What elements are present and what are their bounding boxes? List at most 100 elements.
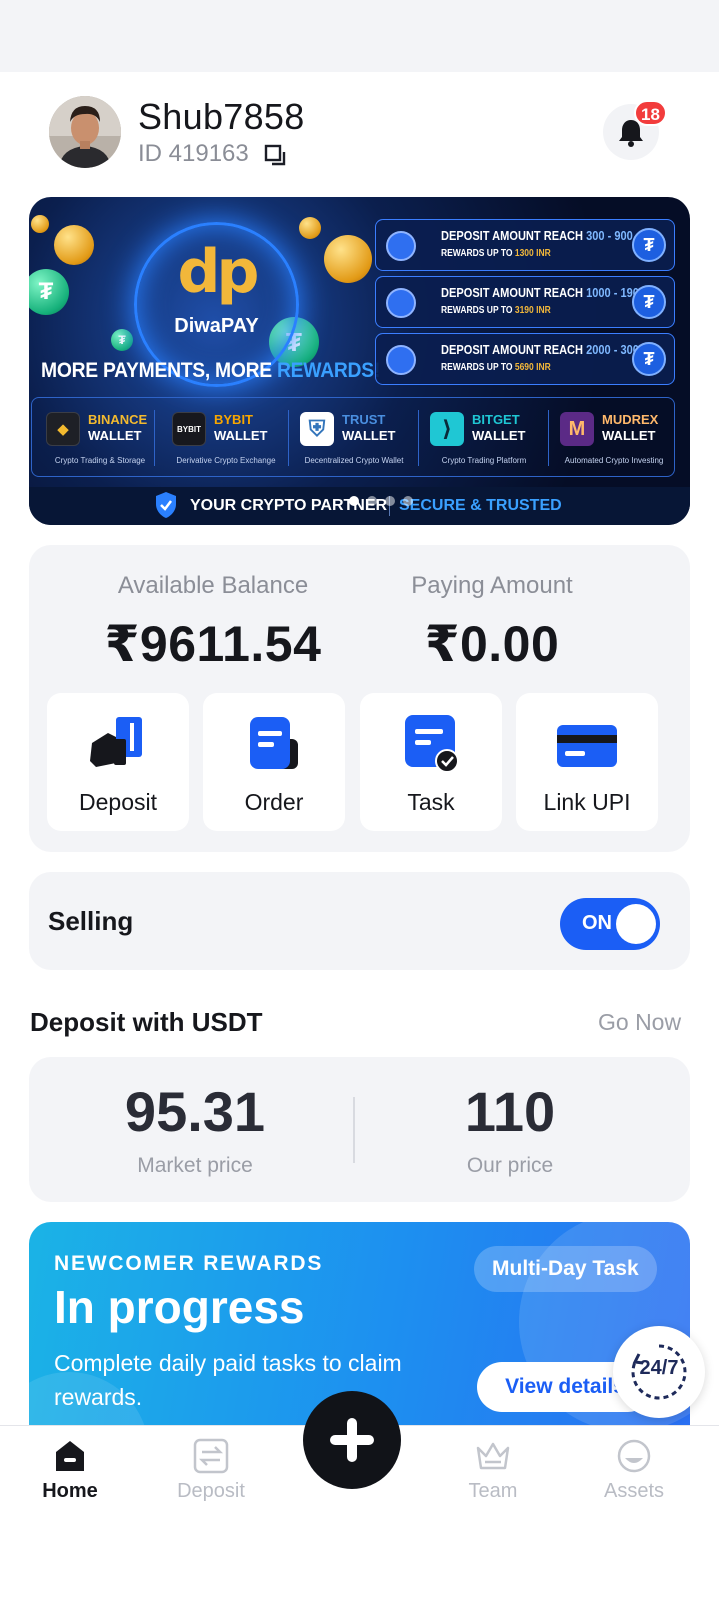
user-id: ID 419163 [138, 140, 249, 167]
rewards-description: Complete daily paid tasks to claim rewar… [54, 1350, 402, 1410]
nav-team[interactable]: Team [428, 1426, 558, 1526]
binance-logo-icon: ◆ [46, 412, 80, 446]
banner-tagline: MORE PAYMENTS, MORE REWARDS! [41, 359, 380, 383]
profile-header: Shub7858 ID 419163 18 [0, 72, 719, 192]
plus-icon [347, 1418, 357, 1462]
multi-day-task-pill[interactable]: Multi-Day Task [474, 1246, 657, 1292]
paying-amount-value: ₹0.00 [424, 616, 560, 672]
our-price-label: Our price [466, 1154, 554, 1177]
copy-icon[interactable] [264, 144, 288, 168]
tether-coin-icon: ₮ [111, 329, 133, 351]
carousel-dot[interactable] [349, 496, 359, 506]
order-label: Order [244, 789, 304, 815]
wallet-subtitle: Decentralized Crypto Wallet [304, 456, 404, 465]
wallet-subtitle: Automated Crypto Investing [564, 456, 664, 465]
tagline-main: MORE PAYMENTS, MORE [41, 359, 278, 382]
wallet-name: BITGET [472, 412, 520, 427]
wallet-mudrex: M MUDREX WALLET Automated Crypto Investi… [550, 408, 678, 472]
gold-coin-icon [31, 215, 49, 233]
wallet-trust: ⛨ TRUST WALLET Decentralized Crypto Wall… [290, 408, 418, 472]
exchange-icon [193, 1438, 229, 1474]
nav-home[interactable]: Home [5, 1426, 135, 1526]
promo-reward-label: REWARDS UP TO [441, 305, 515, 316]
promo-reward-value: 3190 INR [514, 305, 551, 316]
order-button[interactable]: Order [203, 693, 345, 831]
gold-coin-icon [324, 235, 372, 283]
deposit-button[interactable]: Deposit [47, 693, 189, 831]
tether-icon: ₮ [632, 342, 666, 376]
tagline-accent: REWARDS! [277, 359, 380, 382]
wallet-name: TRUST [342, 412, 386, 427]
promo-reward: REWARDS UP TO 3190 INR [441, 305, 551, 316]
brand-name: DiwaPAY [174, 315, 259, 337]
tether-icon: ₮ [632, 228, 666, 262]
promo-range: 300 - 900 [586, 228, 633, 243]
available-balance-value: ₹9611.54 [104, 616, 322, 672]
home-icon [56, 1441, 84, 1471]
add-button[interactable] [303, 1391, 401, 1489]
wallet-binance: ◆ BINANCE WALLET Crypto Trading & Storag… [36, 408, 164, 472]
rewards-kicker: NEWCOMER REWARDS [54, 1252, 324, 1275]
selling-label: Selling [48, 906, 134, 936]
promo-tier: DEPOSIT AMOUNT REACH 2000 - 3000 REWARDS… [375, 333, 675, 385]
balance-card: Available Balance ₹9611.54 Paying Amount… [29, 545, 690, 852]
task-button[interactable]: Task [360, 693, 502, 831]
selling-row: Selling ON [29, 872, 690, 970]
wallet-name: MUDREX [602, 412, 659, 427]
carousel-dots [349, 494, 419, 506]
status-bar [0, 0, 719, 72]
wallet-bybit: BYBIT BYBIT WALLET Derivative Crypto Exc… [162, 408, 290, 472]
selling-toggle[interactable]: ON [560, 898, 660, 950]
link-upi-button[interactable]: Link UPI [516, 693, 658, 831]
promo-tier: DEPOSIT AMOUNT REACH 300 - 900 REWARDS U… [375, 219, 675, 271]
price-card: 95.31 Market price 110 Our price [29, 1057, 690, 1202]
divider [548, 410, 549, 466]
username: Shub7858 [138, 96, 305, 137]
carousel-dot[interactable] [367, 496, 377, 506]
support-button[interactable]: 24/7 [613, 1326, 705, 1418]
nav-label: Team [468, 1480, 518, 1502]
market-price-label: Market price [137, 1154, 253, 1177]
promo-title-text: DEPOSIT AMOUNT REACH [441, 228, 587, 243]
available-balance-label: Available Balance [117, 572, 309, 599]
secure-text: SECURE & TRUSTED [399, 497, 562, 514]
notification-badge: 18 [634, 100, 667, 126]
toggle-knob [616, 904, 656, 944]
promo-reward-label: REWARDS UP TO [441, 248, 515, 259]
trust-logo-icon: ⛨ [300, 412, 334, 446]
wallet-name: BINANCE [88, 412, 148, 427]
gold-coin-icon [299, 217, 321, 239]
nav-label: Assets [603, 1480, 665, 1502]
nav-assets[interactable]: Assets [569, 1426, 699, 1526]
promo-banner[interactable]: ₮ ₮ ₮ dp DiwaPAY MORE PAYMENTS, MORE REW… [29, 197, 690, 525]
carousel-dot[interactable] [385, 496, 395, 506]
go-now-link[interactable]: Go Now [598, 1009, 681, 1036]
wallet-suffix: WALLET [342, 428, 396, 443]
deposit-icon [90, 717, 142, 767]
divider [353, 1097, 355, 1163]
promo-title: DEPOSIT AMOUNT REACH 2000 - 3000 [441, 342, 645, 357]
task-icon [405, 715, 459, 773]
group-icon [386, 231, 416, 261]
promo-reward: REWARDS UP TO 5690 INR [441, 362, 551, 373]
promo-reward-label: REWARDS UP TO [441, 362, 515, 373]
carousel-dot[interactable] [403, 496, 413, 506]
nav-deposit[interactable]: Deposit [146, 1426, 276, 1526]
promo-reward-value: 1300 INR [514, 248, 551, 259]
toggle-label: ON [582, 912, 612, 934]
divider [154, 410, 155, 466]
wallet-subtitle: Crypto Trading & Storage [54, 456, 146, 465]
wallet-suffix: WALLET [602, 428, 656, 443]
divider [288, 410, 289, 466]
gold-coin-icon [54, 225, 94, 265]
tether-coin-icon: ₮ [29, 269, 69, 315]
market-price-value: 95.31 [124, 1080, 266, 1143]
crown-icon [476, 1442, 510, 1470]
group-icon [386, 288, 416, 318]
avatar[interactable] [49, 96, 121, 168]
our-price-value: 110 [464, 1080, 556, 1143]
support-label: 24/7 [639, 1357, 679, 1379]
wallet-name: BYBIT [214, 412, 253, 427]
home-page: Shub7858 ID 419163 18 ₮ ₮ ₮ dp DiwaPAY M… [0, 72, 719, 1600]
usdt-section-title: Deposit with USDT [30, 1007, 263, 1037]
